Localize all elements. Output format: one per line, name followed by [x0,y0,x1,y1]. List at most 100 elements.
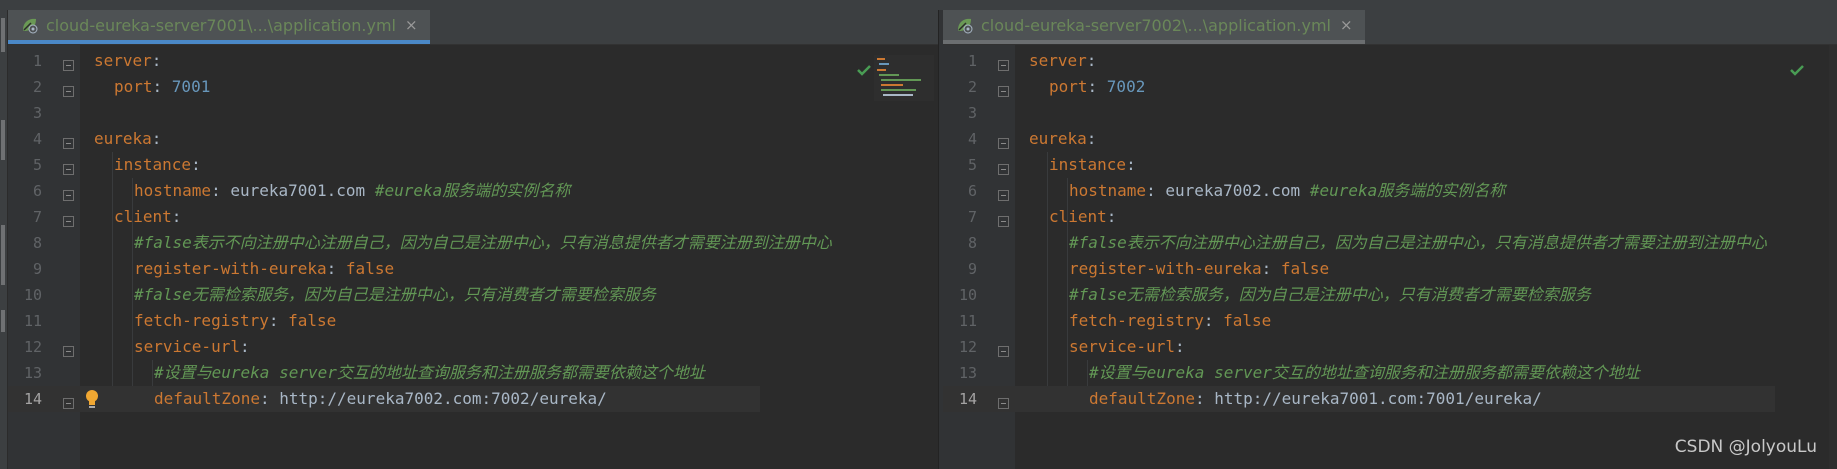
fold-marker-icon[interactable] [998,342,1009,357]
yaml-key: eureka [94,129,152,148]
line-number: 3 [967,104,977,122]
fold-marker-icon[interactable] [998,186,1009,201]
yaml-comment: #设置与eureka server交互的地址查询服务和注册服务都需要依赖这个地址 [1089,363,1640,382]
code-line[interactable]: client: [114,204,191,230]
code-line[interactable]: port: 7001 [114,74,210,100]
line-number: 6 [967,182,977,200]
yaml-key: server [94,51,152,70]
yaml-key: fetch-registry [134,311,269,330]
spring-yaml-icon [20,15,40,35]
code-line[interactable]: port: 7002 [1049,74,1145,100]
line-number: 3 [32,104,42,122]
code-line[interactable]: register-with-eureka: false [134,256,394,282]
fold-marker-icon[interactable] [63,394,74,409]
right-editor-pane[interactable]: cloud-eureka-server7002\...\application.… [943,10,1837,469]
yaml-key: instance [114,155,192,174]
right-code-area[interactable]: server: port: 7002 eureka: instance: host… [1015,45,1837,469]
fold-marker-icon[interactable] [998,160,1009,175]
tab-label: cloud-eureka-server7002\...\application.… [981,15,1331,35]
left-tool-window-strip[interactable] [0,10,8,469]
yaml-key: client [1049,207,1107,226]
fold-marker-icon[interactable] [63,186,74,201]
yaml-key: service-url [134,337,240,356]
close-tab-icon[interactable]: × [1340,16,1353,34]
code-line[interactable]: register-with-eureka: false [1069,256,1329,282]
code-line[interactable]: eureka: [1029,126,1106,152]
tab-label: cloud-eureka-server7001\...\application.… [46,15,396,35]
code-line[interactable]: server: [94,48,171,74]
code-line[interactable]: instance: [1049,152,1145,178]
left-minimap[interactable] [874,55,934,101]
line-number: 5 [32,156,42,174]
right-scrollbar[interactable] [1829,45,1837,469]
indent-guide [112,152,113,412]
code-line[interactable]: defaultZone: http://eureka7002.com:7002/… [154,386,607,412]
code-line[interactable]: server: [1029,48,1106,74]
code-line[interactable]: #false表示不向注册中心注册自己，因为自己是注册中心，只有消息提供者才需要注… [1069,230,1767,256]
right-tab-bar: cloud-eureka-server7002\...\application.… [943,10,1837,45]
code-line[interactable]: instance: [114,152,210,178]
checkmark-icon[interactable] [856,62,872,78]
yaml-value: false [1280,259,1330,278]
fold-marker-icon[interactable] [998,212,1009,227]
line-number: 11 [23,312,42,330]
line-number: 13 [958,364,977,382]
code-line[interactable]: #false表示不向注册中心注册自己，因为自己是注册中心，只有消息提供者才需要注… [134,230,832,256]
yaml-key: register-with-eureka [1069,259,1262,278]
fold-marker-icon[interactable] [998,56,1009,71]
yaml-key: eureka [1029,129,1087,148]
code-line[interactable]: eureka: [94,126,171,152]
lightbulb-icon[interactable] [84,389,100,409]
yaml-value: 7001 [171,77,211,96]
line-number: 1 [32,52,42,70]
indent-guide [1047,152,1048,412]
line-number: 2 [967,78,977,96]
code-line[interactable]: hostname: eureka7001.com #eureka服务端的实例名称 [134,178,570,204]
left-editor-pane[interactable]: cloud-eureka-server7001\...\application.… [8,10,942,469]
tab-application-yml-7001[interactable]: cloud-eureka-server7001\...\application.… [8,10,430,44]
code-line[interactable]: service-url: [1069,334,1194,360]
fold-marker-icon[interactable] [63,82,74,97]
tab-application-yml-7002[interactable]: cloud-eureka-server7002\...\application.… [943,10,1365,44]
code-line[interactable]: #false无需检索服务，因为自己是注册中心，只有消费者才需要检索服务 [1069,282,1591,308]
line-number: 12 [23,338,42,356]
yaml-value: eureka7002.com [1165,181,1301,200]
yaml-key: defaultZone [1089,389,1195,408]
fold-marker-icon[interactable] [63,160,74,175]
yaml-comment: #false无需检索服务，因为自己是注册中心，只有消费者才需要检索服务 [1069,285,1591,304]
line-number: 8 [967,234,977,252]
code-line[interactable]: #false无需检索服务，因为自己是注册中心，只有消费者才需要检索服务 [134,282,656,308]
yaml-value: false [345,259,395,278]
fold-marker-icon[interactable] [63,56,74,71]
right-gutter[interactable]: 1 2 3 4 5 6 7 8 9 10 11 12 13 14 [943,45,1015,469]
code-line[interactable]: client: [1049,204,1126,230]
yaml-key: port [1049,77,1088,96]
close-tab-icon[interactable]: × [405,16,418,34]
fold-marker-icon[interactable] [998,82,1009,97]
code-line[interactable]: #设置与eureka server交互的地址查询服务和注册服务都需要依赖这个地址 [1089,360,1640,386]
yaml-key: defaultZone [154,389,260,408]
fold-marker-icon[interactable] [998,394,1009,409]
line-number: 12 [958,338,977,356]
code-line[interactable]: hostname: eureka7002.com #eureka服务端的实例名称 [1069,178,1505,204]
code-line[interactable]: service-url: [134,334,259,360]
fold-marker-icon[interactable] [63,342,74,357]
spring-yaml-icon [955,15,975,35]
yaml-key: port [114,77,153,96]
yaml-value: false [288,311,337,330]
code-line[interactable]: #设置与eureka server交互的地址查询服务和注册服务都需要依赖这个地址 [154,360,705,386]
checkmark-icon[interactable] [1789,62,1805,78]
yaml-value: false [1223,311,1272,330]
left-code-area[interactable]: server: port: 7001 eureka: instance: host… [80,45,942,469]
left-gutter[interactable]: 1 2 3 4 5 6 7 8 9 10 11 12 13 14 [8,45,80,469]
fold-marker-icon[interactable] [998,134,1009,149]
line-number: 2 [32,78,42,96]
code-line[interactable]: fetch-registry: false [134,308,336,334]
line-number: 8 [32,234,42,252]
watermark: CSDN @JolyouLu [1674,437,1817,457]
fold-marker-icon[interactable] [63,212,74,227]
yaml-comment: #false表示不向注册中心注册自己，因为自己是注册中心，只有消息提供者才需要注… [1069,233,1767,252]
code-line[interactable]: fetch-registry: false [1069,308,1271,334]
code-line[interactable]: defaultZone: http://eureka7001.com:7001/… [1089,386,1542,412]
fold-marker-icon[interactable] [63,134,74,149]
